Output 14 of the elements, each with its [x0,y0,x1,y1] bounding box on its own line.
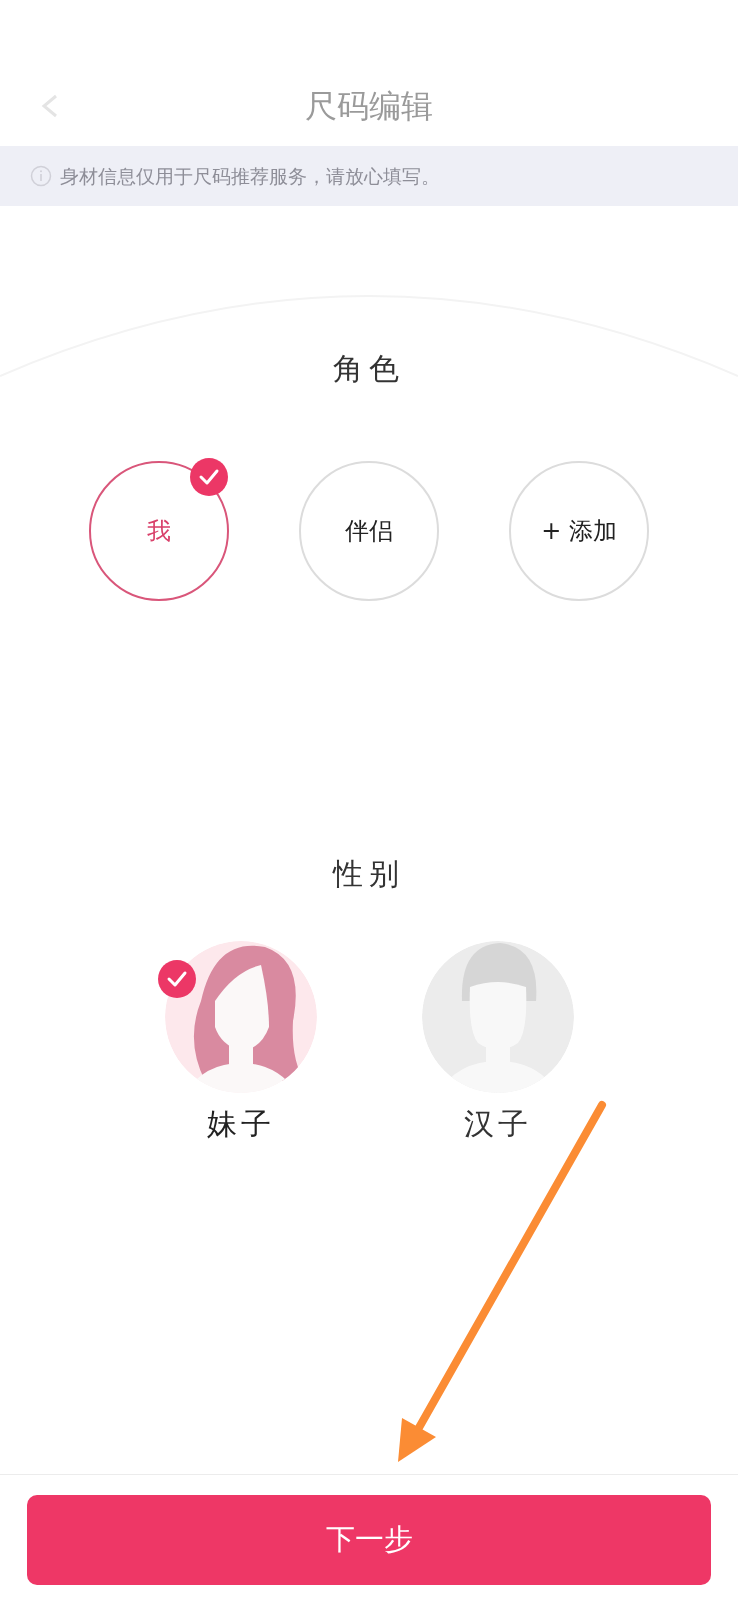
role-option[interactable]: 伴侣 [299,461,439,601]
section-label: 性别 [333,855,405,893]
gender-label: 妹子 [206,1105,275,1143]
check-icon [156,959,197,999]
man-avatar[interactable] [421,941,574,1093]
page-title: 尺码编辑 [305,86,433,127]
gender-label: 汉子 [463,1105,532,1143]
role-option[interactable]: + 添加 [509,461,649,601]
next-button[interactable]: 下一步 [27,1495,711,1585]
section-label: 角色 [333,350,405,388]
info-icon [30,165,52,187]
check-icon [189,457,229,497]
woman-avatar[interactable] [164,941,317,1093]
notice-text: 身材信息仅用于尺码推荐服务，请放心填写。 [60,163,440,189]
